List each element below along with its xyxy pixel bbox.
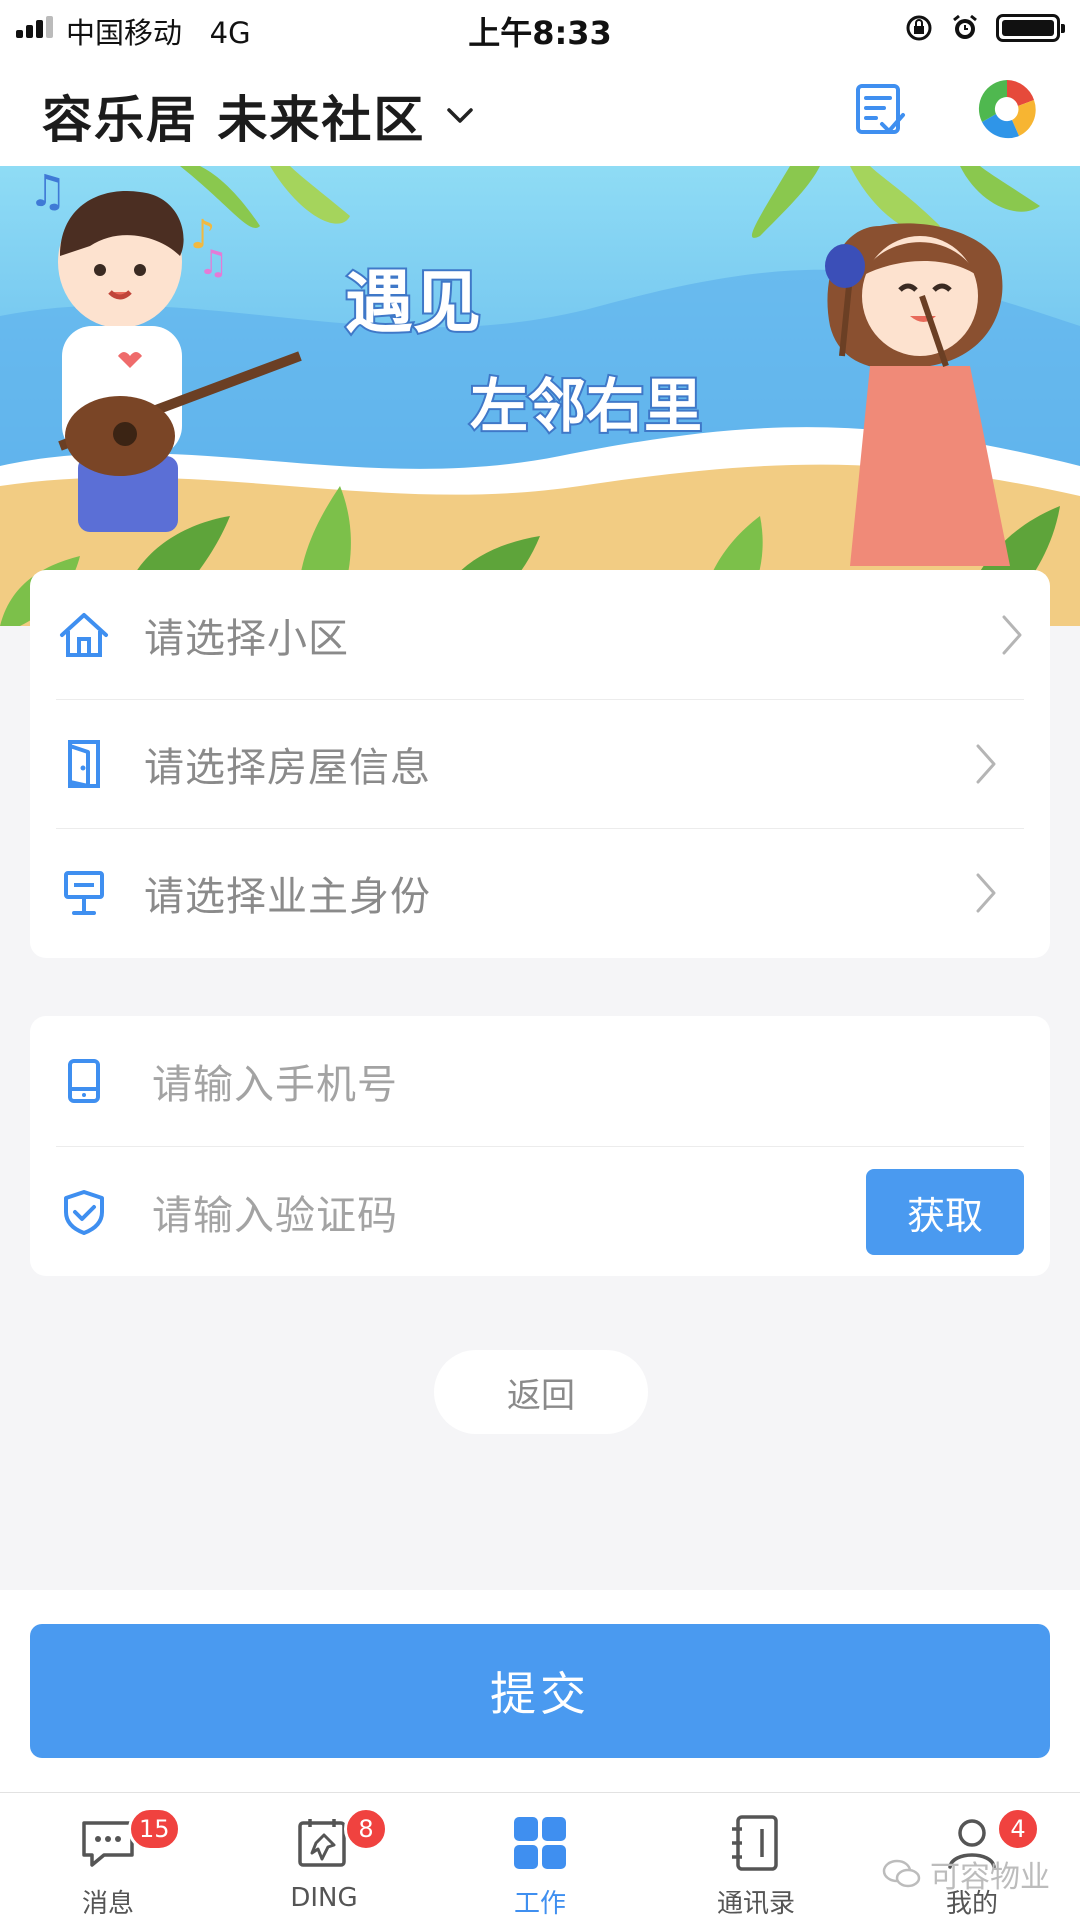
tab-label: DING: [290, 1883, 358, 1913]
select-owner-identity-label: 请选择业主身份: [144, 874, 431, 920]
tab-label: 通讯录: [716, 1889, 795, 1919]
ding-badge: 8: [344, 1807, 388, 1851]
back-button[interactable]: 返回: [434, 1350, 648, 1434]
tab-ding[interactable]: 8 DING: [216, 1793, 432, 1920]
submit-area: 提交: [0, 1590, 1080, 1792]
chevron-right-icon: [1002, 615, 1022, 654]
code-row: 请输入验证码 获取: [56, 1146, 1024, 1276]
rotation-lock-icon: [906, 15, 932, 41]
select-community-row[interactable]: 请选择小区: [30, 570, 1050, 699]
chevron-right-icon: [976, 744, 996, 784]
verification-card: 请输入手机号 请输入验证码 获取: [30, 1016, 1050, 1276]
chevron-right-icon: [976, 873, 996, 913]
alarm-icon: [953, 14, 977, 39]
wechat-watermark: 可容物业: [882, 1852, 1050, 1896]
avatar[interactable]: [974, 76, 1040, 142]
tab-work[interactable]: 工作: [432, 1793, 648, 1920]
submit-button[interactable]: 提交: [30, 1624, 1050, 1758]
tab-messages[interactable]: 15 消息: [0, 1793, 216, 1920]
svg-text:♫: ♫: [28, 166, 67, 217]
wechat-icon: [882, 1859, 921, 1888]
tab-label: 工作: [513, 1889, 566, 1919]
door-icon: [56, 736, 112, 792]
work-grid-icon: [514, 1817, 566, 1869]
phone-row[interactable]: 请输入手机号: [30, 1016, 1050, 1146]
messages-badge: 15: [128, 1807, 181, 1851]
verification-code-input[interactable]: 请输入验证码: [152, 1183, 398, 1241]
promo-banner: ♫ ♪ ♫ 遇见 左邻右里: [0, 166, 1080, 626]
shield-check-icon: [56, 1184, 112, 1240]
select-community-label: 请选择小区: [144, 615, 349, 662]
phone-input[interactable]: 请输入手机号: [152, 1052, 398, 1110]
select-house-row[interactable]: 请选择房屋信息: [56, 699, 1024, 828]
banner-text-line2: 左邻右里: [470, 372, 702, 440]
selection-card: 请选择小区 请选择房屋信息 请选择业主身份: [30, 570, 1050, 958]
house-icon: [56, 607, 112, 663]
get-code-button[interactable]: 获取: [866, 1169, 1024, 1255]
select-owner-identity-row[interactable]: 请选择业主身份: [56, 828, 1024, 957]
page-title: 容乐居 未来社区: [42, 91, 426, 149]
select-house-label: 请选择房屋信息: [144, 745, 431, 791]
banner-text-line1: 遇见: [345, 264, 481, 343]
contacts-book-icon: [732, 1815, 778, 1871]
phone-icon: [56, 1053, 112, 1109]
mine-badge: 4: [996, 1807, 1040, 1851]
svg-text:♫: ♫: [198, 243, 228, 283]
chevron-down-icon: [447, 108, 474, 123]
community-switcher[interactable]: 容乐居 未来社区: [42, 80, 477, 152]
tab-label: 消息: [81, 1889, 134, 1919]
watermark-text: 可容物业: [930, 1860, 1050, 1895]
lamp-icon: [56, 865, 112, 921]
status-bar: 中国移动 4G 上午8:33: [0, 0, 1080, 56]
app-header: 容乐居 未来社区: [0, 56, 1080, 166]
task-list-icon[interactable]: [852, 80, 910, 138]
battery-icon: [996, 14, 1065, 42]
tab-contacts[interactable]: 通讯录: [648, 1793, 864, 1920]
